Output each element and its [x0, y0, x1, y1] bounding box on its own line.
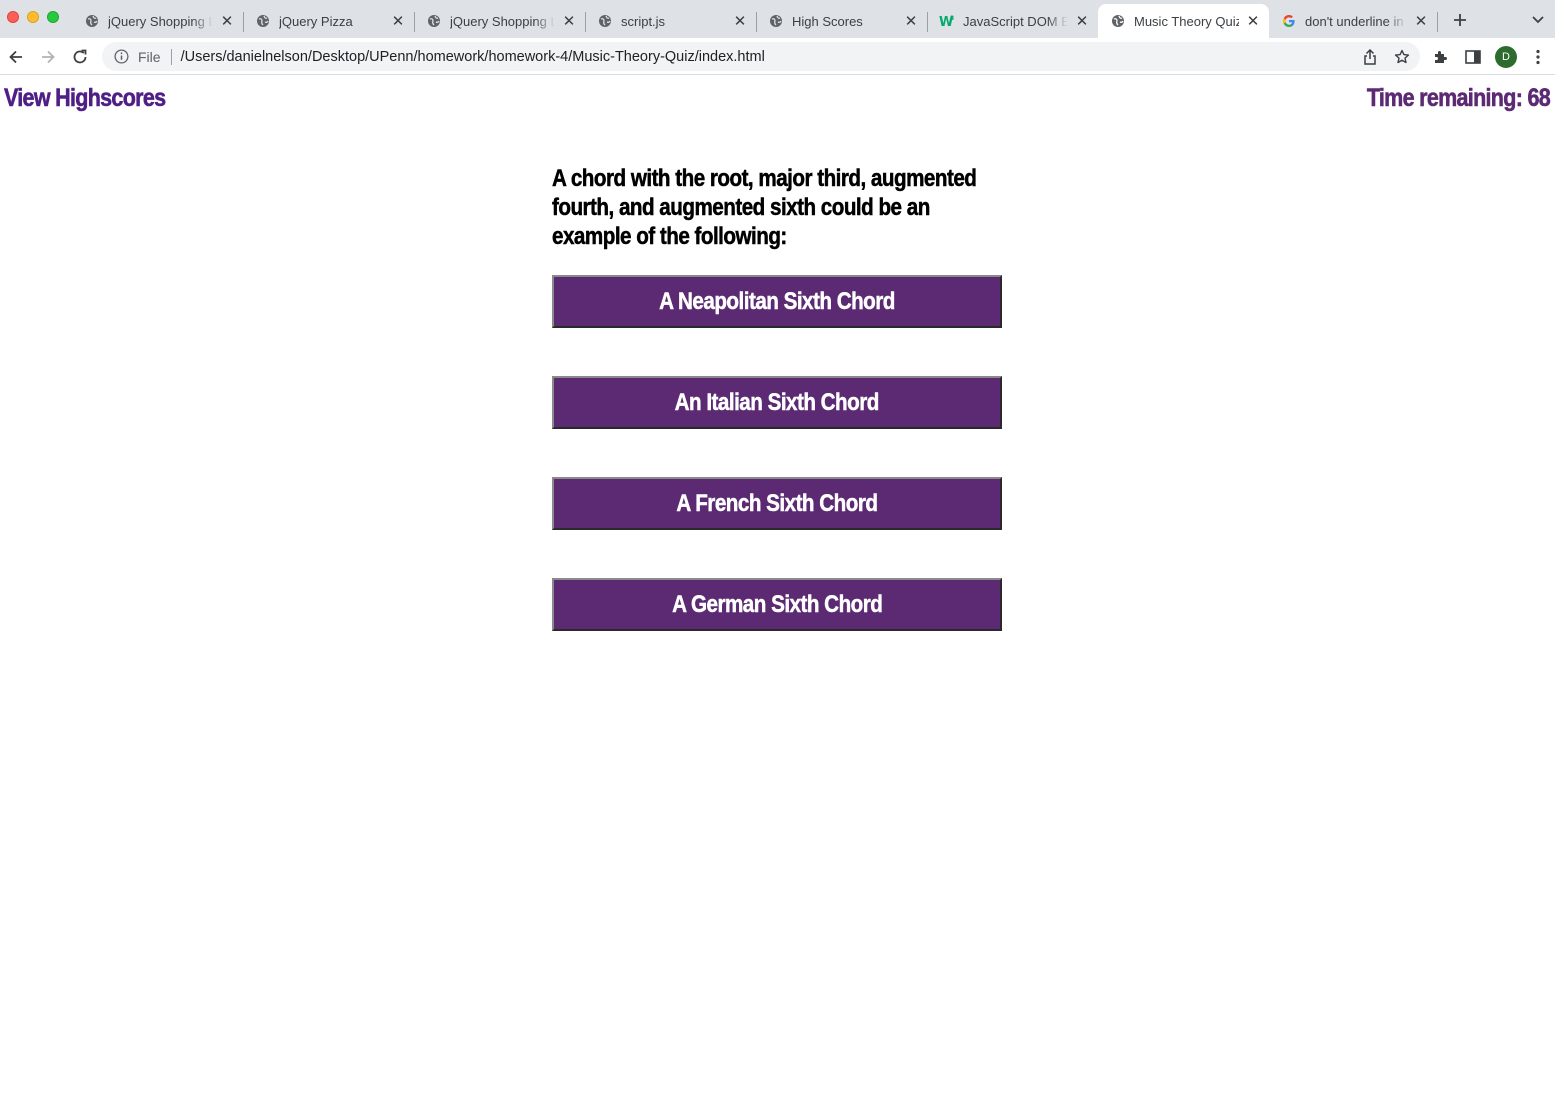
browser-tab[interactable]: W3 JavaScript DOM Elements ✕: [927, 4, 1098, 38]
question-text: A chord with the root, major third, augm…: [552, 165, 977, 251]
globe-icon: [1110, 13, 1126, 29]
answer-label: A German Sixth Chord: [671, 590, 883, 618]
close-tab-icon[interactable]: ✕: [903, 13, 919, 30]
url-scheme-label: File: [138, 48, 161, 65]
tab-strip: jQuery Shopping List ✕ jQuery Pizza ✕ jQ…: [0, 0, 1555, 38]
globe-icon: [768, 13, 784, 29]
tab-title: JavaScript DOM Elements: [963, 13, 1068, 29]
share-icon[interactable]: [1361, 48, 1379, 66]
plus-icon: [1454, 14, 1466, 26]
svg-text:3: 3: [950, 15, 954, 22]
close-tab-icon[interactable]: ✕: [1074, 13, 1090, 30]
answer-label: An Italian Sixth Chord: [674, 388, 880, 416]
close-tab-icon[interactable]: ✕: [561, 13, 577, 30]
tab-title: jQuery Pizza: [279, 13, 353, 29]
time-remaining: Time remaining: 68: [1366, 84, 1551, 113]
answer-list: A Neapolitan Sixth Chord An Italian Sixt…: [552, 275, 1002, 631]
arrow-left-icon: [9, 50, 22, 64]
answer-button-3[interactable]: A French Sixth Chord: [552, 477, 1002, 530]
w3schools-icon: W3: [939, 13, 955, 29]
browser-tab[interactable]: High Scores ✕: [756, 4, 927, 38]
back-button[interactable]: [4, 45, 28, 69]
globe-icon: [84, 13, 100, 29]
browser-tab[interactable]: don't underline in css ✕: [1269, 4, 1437, 38]
side-panel-button[interactable]: [1463, 47, 1483, 67]
address-bar[interactable]: File /Users/danielnelson/Desktop/UPenn/h…: [102, 42, 1420, 71]
address-divider: [170, 48, 172, 65]
tab-title: script.js: [621, 13, 666, 29]
answer-button-4[interactable]: A German Sixth Chord: [552, 578, 1002, 631]
kebab-menu-icon: [1536, 49, 1540, 65]
tab-title: Music Theory Quiz: [1134, 13, 1239, 29]
close-tab-icon[interactable]: ✕: [1245, 13, 1261, 30]
profile-avatar[interactable]: D: [1495, 46, 1517, 68]
chevron-down-icon: [1532, 16, 1544, 24]
extensions-button[interactable]: [1431, 47, 1451, 67]
google-icon: [1281, 13, 1297, 29]
info-icon[interactable]: [113, 49, 129, 65]
answer-label: A Neapolitan Sixth Chord: [659, 287, 896, 315]
reload-button[interactable]: [68, 45, 92, 69]
close-tab-icon[interactable]: ✕: [732, 13, 748, 30]
tab-title: jQuery Shopping List: [450, 13, 555, 29]
browser-tab-active[interactable]: Music Theory Quiz ✕: [1098, 4, 1269, 38]
side-panel-icon: [1465, 50, 1481, 64]
reload-icon: [73, 49, 87, 64]
puzzle-icon: [1435, 51, 1447, 63]
browser-tab[interactable]: jQuery Shopping List ✕: [72, 4, 243, 38]
tab-search-button[interactable]: [1527, 9, 1549, 31]
close-tab-icon[interactable]: ✕: [390, 13, 406, 30]
view-highscores-link[interactable]: View Highscores: [4, 84, 167, 113]
globe-icon: [255, 13, 271, 29]
tab-title: High Scores: [792, 13, 863, 29]
window-minimize-button[interactable]: [27, 11, 39, 23]
answer-label: A French Sixth Chord: [676, 489, 878, 517]
new-tab-button[interactable]: [1448, 8, 1472, 32]
quiz-card: A chord with the root, major third, augm…: [552, 164, 1002, 679]
close-tab-icon[interactable]: ✕: [1413, 13, 1429, 30]
tab-divider: [1437, 12, 1438, 32]
window-close-button[interactable]: [7, 11, 19, 23]
bookmark-star-icon[interactable]: [1393, 48, 1411, 66]
url-text[interactable]: /Users/danielnelson/Desktop/UPenn/homewo…: [181, 49, 765, 65]
close-tab-icon[interactable]: ✕: [219, 13, 235, 30]
tab-title: jQuery Shopping List: [108, 13, 213, 29]
page-viewport: View Highscores Time remaining: 68 A cho…: [0, 76, 1555, 1117]
browser-tab[interactable]: script.js ✕: [585, 4, 756, 38]
browser-tab[interactable]: jQuery Shopping List ✕: [414, 4, 585, 38]
answer-button-1[interactable]: A Neapolitan Sixth Chord: [552, 275, 1002, 328]
browser-tab[interactable]: jQuery Pizza ✕: [243, 4, 414, 38]
forward-button[interactable]: [36, 45, 60, 69]
browser-menu-button[interactable]: [1528, 47, 1548, 67]
window-zoom-button[interactable]: [47, 11, 59, 23]
browser-toolbar: File /Users/danielnelson/Desktop/UPenn/h…: [0, 38, 1555, 75]
globe-icon: [426, 13, 442, 29]
answer-button-2[interactable]: An Italian Sixth Chord: [552, 376, 1002, 429]
tab-title: don't underline in css: [1305, 13, 1407, 29]
globe-icon: [597, 13, 613, 29]
arrow-right-icon: [42, 50, 55, 64]
